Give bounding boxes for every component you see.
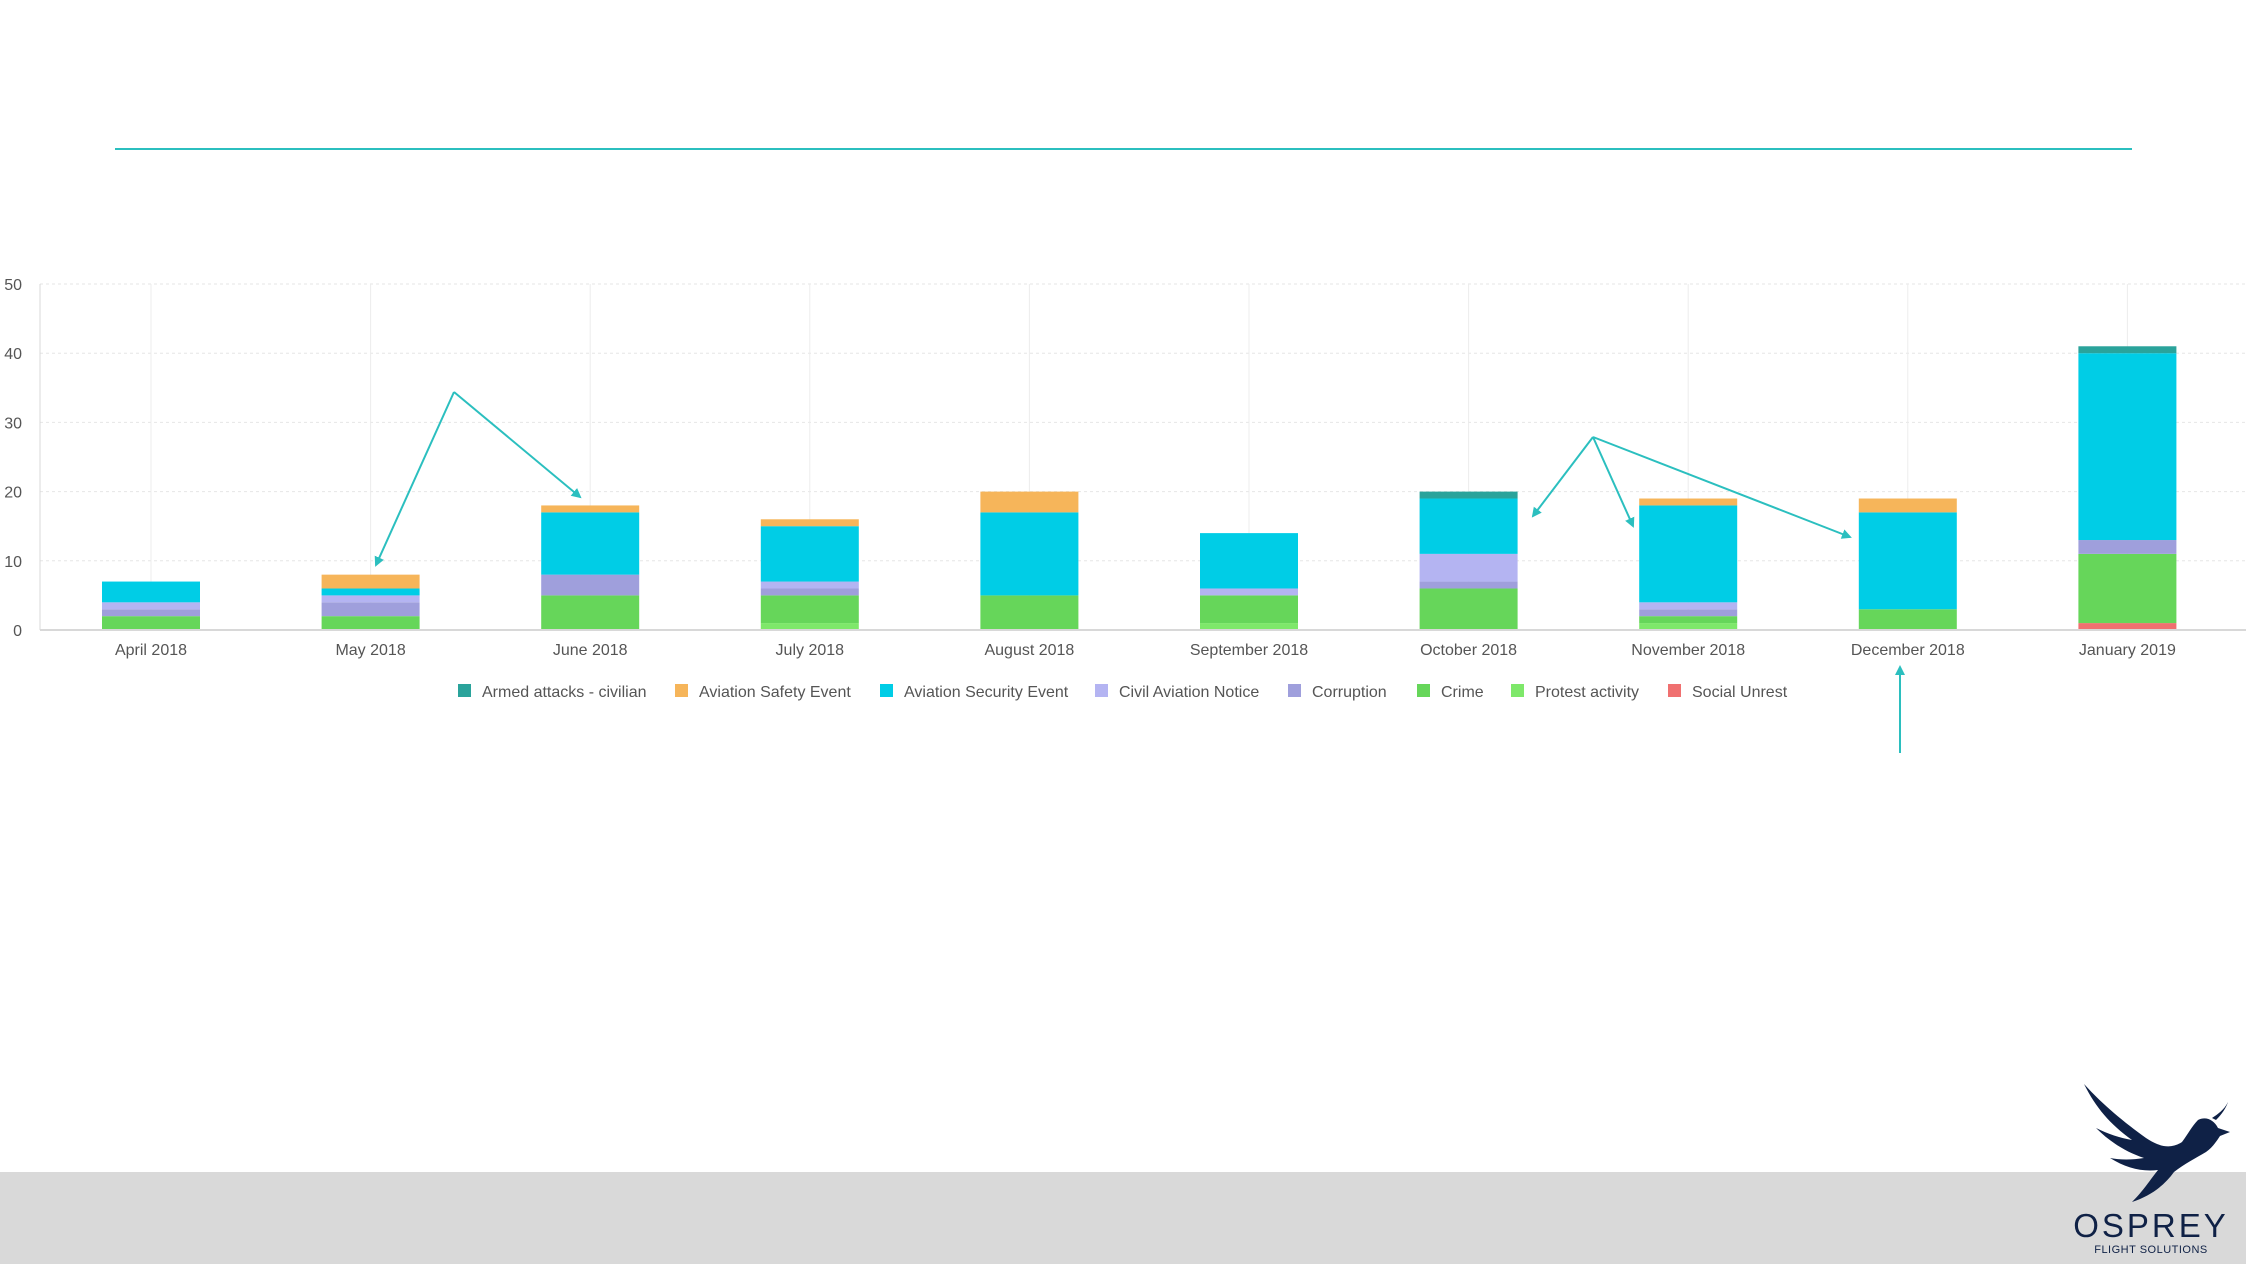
bar-segment — [980, 595, 1079, 630]
bar-segment — [541, 595, 640, 630]
annotation-arrow — [1531, 436, 1594, 518]
osprey-logo: OSPREY FLIGHT SOLUTIONS — [2066, 1080, 2236, 1260]
legend-swatch — [1288, 684, 1301, 697]
bar-segment — [321, 616, 420, 630]
legend-swatch — [1668, 684, 1681, 697]
legend-swatch — [1417, 684, 1430, 697]
bar-segment — [980, 512, 1079, 596]
bar-segment — [321, 588, 420, 596]
x-tick-label: September 2018 — [1190, 642, 1308, 659]
brand-name: OSPREY — [2073, 1207, 2229, 1244]
bar-segment — [1858, 498, 1957, 513]
bar-segment — [541, 574, 640, 596]
x-tick-label: April 2018 — [115, 642, 187, 659]
bar-segment — [102, 616, 200, 630]
y-tick-label: 30 — [4, 415, 22, 432]
bar-segment — [541, 505, 640, 513]
legend-label: Social Unrest — [1692, 684, 1788, 701]
y-tick-label: 10 — [4, 554, 22, 571]
annotation-arrow — [374, 391, 455, 567]
legend-label: Aviation Security Event — [904, 684, 1069, 701]
bar-segment — [102, 581, 200, 603]
bar-segment — [980, 491, 1079, 513]
x-tick-label: December 2018 — [1851, 642, 1965, 659]
bar-segment — [2078, 346, 2177, 354]
x-tick-label: May 2018 — [335, 642, 405, 659]
bar-segment — [760, 526, 859, 582]
bar-segment — [760, 581, 859, 589]
bar-segment — [102, 602, 200, 610]
y-tick-label: 50 — [4, 277, 22, 294]
bar-segment — [760, 623, 859, 630]
legend-label: Crime — [1441, 684, 1484, 701]
bar-segment — [760, 595, 859, 624]
x-tick-label: November 2018 — [1631, 642, 1745, 659]
y-tick-label: 40 — [4, 346, 22, 363]
bar-segment — [1419, 588, 1518, 630]
bar-segment — [1419, 491, 1518, 499]
osprey-bird-icon — [2084, 1084, 2230, 1202]
x-tick-label: July 2018 — [776, 642, 845, 659]
legend-label: Civil Aviation Notice — [1119, 684, 1259, 701]
bar-segment — [1858, 512, 1957, 610]
legend-swatch — [675, 684, 688, 697]
bar-segment — [760, 519, 859, 527]
slide: 0 10 20 30 40 50 April 2018 May 2018 June 2018 Ju… — [0, 0, 2246, 1264]
bar-segment — [2078, 353, 2177, 541]
bar-segment — [102, 609, 200, 617]
bar-segment — [1639, 609, 1738, 617]
bar-segment — [1419, 498, 1518, 554]
bar-segment — [1200, 595, 1298, 624]
x-tick-label: August 2018 — [984, 642, 1074, 659]
chart-legend: Armed attacks - civilian Aviation Safety … — [458, 684, 1788, 701]
bar-segment — [2078, 553, 2177, 624]
footer-band — [0, 1172, 2246, 1264]
bar-segment — [760, 588, 859, 596]
stacked-bar-chart: 0 10 20 30 40 50 April 2018 May 2018 June 2018 Ju… — [4, 277, 2246, 753]
bar-segment — [1419, 581, 1518, 589]
bar-segment — [321, 574, 420, 589]
bar-segment — [1200, 623, 1298, 630]
legend-label: Aviation Safety Event — [699, 684, 851, 701]
legend-swatch — [880, 684, 893, 697]
bar-segment — [1639, 505, 1738, 603]
bar-segment — [1200, 533, 1298, 589]
bar-segment — [541, 512, 640, 575]
y-tick-label: 0 — [13, 623, 22, 640]
legend-swatch — [1511, 684, 1524, 697]
bar-segment — [1639, 498, 1738, 506]
legend-label: Corruption — [1312, 684, 1387, 701]
bar-segment — [1639, 623, 1738, 630]
bar-segment — [1200, 588, 1298, 596]
bar-segment — [321, 595, 420, 603]
legend-swatch — [1095, 684, 1108, 697]
x-tick-label: October 2018 — [1420, 642, 1517, 659]
bar-segment — [1639, 616, 1738, 624]
x-tick-label: June 2018 — [553, 642, 628, 659]
chart-bars — [102, 346, 2177, 630]
bar-segment — [321, 602, 420, 617]
legend-swatch — [458, 684, 471, 697]
legend-label: Armed attacks - civilian — [482, 684, 647, 701]
bar-segment — [2078, 540, 2177, 554]
bar-segment — [1639, 602, 1738, 610]
bar-segment — [2078, 623, 2177, 630]
y-tick-label: 20 — [4, 485, 22, 502]
brand-tagline: FLIGHT SOLUTIONS — [2094, 1244, 2208, 1256]
bar-segment — [1419, 553, 1518, 582]
legend-label: Protest activity — [1535, 684, 1639, 701]
bar-segment — [1858, 609, 1957, 630]
x-tick-label: January 2019 — [2079, 642, 2176, 659]
annotation-arrow — [453, 391, 582, 499]
